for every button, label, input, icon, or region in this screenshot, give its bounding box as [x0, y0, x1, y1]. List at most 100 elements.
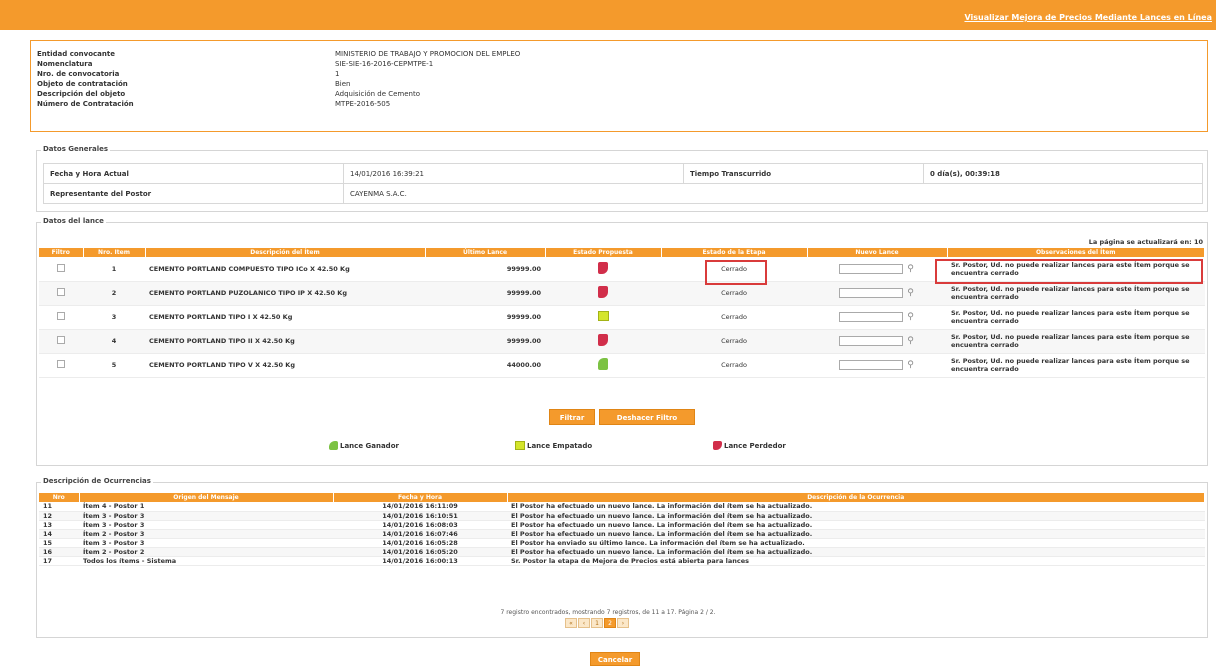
- prev-page-button[interactable]: ‹: [578, 618, 590, 628]
- search-icon[interactable]: ⚲: [906, 360, 916, 370]
- info-row: Objeto de contratación Bien: [37, 79, 1201, 89]
- event-number: 13: [39, 520, 79, 530]
- new-bid-input[interactable]: [838, 312, 903, 322]
- event-date: 14/01/2016 16:11:09: [333, 502, 507, 512]
- info-value: Adquisición de Cemento: [335, 90, 421, 98]
- item-description: CEMENTO PORTLAND COMPUESTO TIPO ICo X 42…: [145, 257, 425, 282]
- section-legend: Datos Generales: [41, 145, 111, 153]
- thumbs-down-icon: [598, 286, 608, 298]
- column-header: Último Lance: [425, 248, 546, 257]
- item-description: CEMENTO PORTLAND TIPO I X 42.50 Kg: [145, 305, 425, 330]
- table-row: 3 CEMENTO PORTLAND TIPO I X 42.50 Kg 999…: [39, 305, 1205, 330]
- legend-winner-label: Lance Ganador: [340, 441, 399, 450]
- event-description: El Postor ha efectuado un nuevo lance. L…: [507, 511, 1205, 521]
- fecha-label: Fecha y Hora Actual: [43, 163, 344, 184]
- item-number: 4: [83, 329, 145, 354]
- representante-value: CAYENMA S.A.C.: [343, 183, 1203, 204]
- column-header: Filtro: [39, 248, 84, 257]
- table-row: 2 CEMENTO PORTLAND PUZOLANICO TIPO IP X …: [39, 281, 1205, 306]
- fecha-value: 14/01/2016 16:39:21: [343, 163, 684, 184]
- tiempo-label: Tiempo Transcurrido: [683, 163, 924, 184]
- info-row: Descripción del objeto Adquisición de Cem…: [37, 89, 1201, 99]
- column-header: Descripción del Ítem: [145, 248, 426, 257]
- event-origin: Todos los ítems - Sistema: [79, 556, 333, 566]
- last-bid: 99999.00: [425, 281, 545, 306]
- event-number: 11: [39, 502, 79, 512]
- cancel-button[interactable]: Cancelar: [590, 652, 640, 666]
- event-date: 14/01/2016 16:08:03: [333, 520, 507, 530]
- pager-summary: 7 registro encontrados, mostrando 7 regi…: [500, 609, 716, 616]
- page-1-button[interactable]: 1: [591, 618, 603, 628]
- event-date: 14/01/2016 16:00:13: [333, 556, 507, 566]
- next-page-button[interactable]: ›: [617, 618, 629, 628]
- event-description: Sr. Postor la etapa de Mejora de Precios…: [507, 556, 1205, 566]
- filter-checkbox[interactable]: [57, 288, 65, 296]
- first-page-button[interactable]: «: [565, 618, 577, 628]
- thumbs-down-icon: [598, 334, 608, 346]
- column-header: Nuevo Lance: [807, 248, 948, 257]
- column-header: Origen del Mensaje: [79, 493, 334, 502]
- item-description: CEMENTO PORTLAND TIPO V X 42.50 Kg: [145, 353, 425, 378]
- new-bid-input[interactable]: [838, 263, 903, 274]
- tie-icon: [597, 311, 609, 321]
- info-row: Nomenclatura SIE-SIE-16-2016-CEPMTPE-1: [37, 59, 1201, 69]
- item-observation: Sr. Postor, Ud. no puede realizar lances…: [947, 281, 1205, 306]
- last-bid: 99999.00: [425, 329, 545, 354]
- item-description: CEMENTO PORTLAND TIPO II X 42.50 Kg: [145, 329, 425, 354]
- event-description: El Postor ha efectuado un nuevo lance. L…: [507, 529, 1205, 539]
- event-description: El Postor ha efectuado un nuevo lance. L…: [507, 520, 1205, 530]
- page-title-link[interactable]: Visualizar Mejora de Precios Mediante La…: [964, 13, 1212, 22]
- new-bid-input[interactable]: [838, 336, 903, 346]
- info-value: 1: [335, 70, 340, 78]
- legend-tie-label: Lance Empatado: [527, 441, 593, 450]
- table-row: 4 CEMENTO PORTLAND TIPO II X 42.50 Kg 99…: [39, 329, 1205, 354]
- last-bid: 99999.00: [425, 305, 545, 330]
- event-date: 14/01/2016 16:05:20: [333, 547, 507, 557]
- stage-status: Cerrado: [661, 353, 807, 378]
- table-row: 16 Ítem 2 - Postor 2 14/01/2016 16:05:20 El…: [39, 547, 1205, 557]
- item-number: 5: [83, 353, 145, 378]
- event-date: 14/01/2016 16:10:51: [333, 511, 507, 521]
- event-description: El Postor ha efectuado un nuevo lance. L…: [507, 547, 1205, 557]
- item-description: CEMENTO PORTLAND PUZOLANICO TIPO IP X 42…: [145, 281, 425, 306]
- table-row: 13 Ítem 3 - Postor 3 14/01/2016 16:08:03 El…: [39, 520, 1205, 530]
- table-row: 5 CEMENTO PORTLAND TIPO V X 42.50 Kg 440…: [39, 353, 1205, 378]
- column-header: Nro. Item: [83, 248, 146, 257]
- table-row: 17 Todos los ítems - Sistema 14/01/2016 16…: [39, 556, 1205, 566]
- table-row: 12 Ítem 3 - Postor 3 14/01/2016 16:10:51 El…: [39, 511, 1205, 521]
- search-icon[interactable]: ⚲: [906, 264, 916, 274]
- event-origin: Ítem 2 - Postor 3: [79, 529, 333, 539]
- table-row: 14 Ítem 2 - Postor 3 14/01/2016 16:07:46 El…: [39, 529, 1205, 539]
- column-header: Estado de la Etapa: [661, 248, 808, 257]
- info-label: Objeto de contratación: [37, 80, 128, 88]
- thumbs-up-icon: [598, 358, 608, 370]
- new-bid-input[interactable]: [838, 288, 903, 298]
- info-label: Nomenclatura: [37, 60, 93, 68]
- section-legend: Descripción de Ocurrencias: [41, 477, 153, 485]
- search-icon[interactable]: ⚲: [906, 336, 916, 346]
- info-label: Número de Contratación: [37, 100, 134, 108]
- info-value: SIE-SIE-16-2016-CEPMTPE-1: [335, 60, 434, 68]
- info-value: MINISTERIO DE TRABAJO Y PROMOCION DEL EM…: [335, 50, 521, 58]
- info-row: Número de Contratación MTPE-2016-505: [37, 99, 1201, 109]
- filter-checkbox[interactable]: [57, 263, 65, 272]
- new-bid-input[interactable]: [838, 360, 903, 370]
- filter-checkbox[interactable]: [57, 336, 65, 344]
- clear-filter-button[interactable]: Deshacer Filtro: [599, 409, 695, 425]
- filter-button[interactable]: Filtrar: [549, 409, 595, 425]
- search-icon[interactable]: ⚲: [906, 288, 916, 298]
- top-bar: Visualizar Mejora de Precios Mediante La…: [0, 0, 1216, 30]
- event-origin: Ítem 3 - Postor 3: [79, 520, 333, 530]
- item-observation: Sr. Postor, Ud. no puede realizar lances…: [947, 329, 1205, 354]
- item-observation: Sr. Postor, Ud. no puede realizar lances…: [947, 305, 1205, 330]
- tiempo-value: 0 día(s), 00:39:18: [923, 163, 1203, 184]
- event-number: 15: [39, 538, 79, 548]
- filter-checkbox[interactable]: [57, 360, 65, 368]
- event-description: El Postor ha enviado su último lance. La…: [507, 538, 1205, 548]
- highlight-frame-observation: [935, 259, 1203, 284]
- search-icon[interactable]: ⚲: [906, 312, 916, 322]
- page-2-button[interactable]: 2: [604, 618, 616, 628]
- column-header: Descripción de la Ocurrencia: [507, 493, 1205, 502]
- stage-status: Cerrado: [661, 329, 807, 354]
- filter-checkbox[interactable]: [57, 312, 65, 320]
